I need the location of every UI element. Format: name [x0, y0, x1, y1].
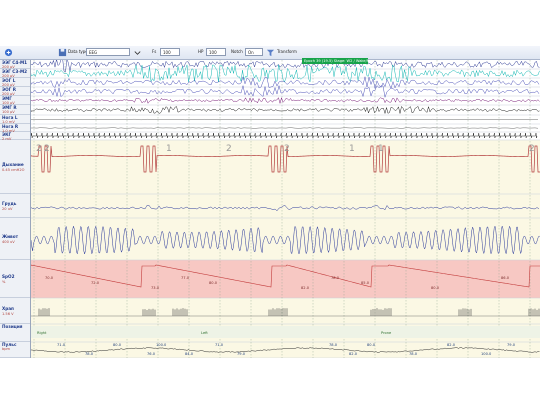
hp-label: HP [198, 49, 204, 54]
channel-label[interactable]: ЭЭГ C3-M2 200 µV [0, 69, 30, 78]
channel-scale: 100 µV [2, 100, 15, 105]
spo2-value-label: 85.0 [361, 281, 370, 285]
channel-label[interactable]: SpO2% [0, 260, 30, 298]
channel-label[interactable]: ЭМГ R 100 µV [0, 105, 30, 115]
flow-event-label: 1 [166, 144, 172, 154]
channel-label[interactable]: Пульс bpm [0, 342, 30, 358]
toolbar: Data type EEG Fs 100 HP 100 Notch On Tra… [0, 46, 540, 60]
spo2-value-label: 72.0 [91, 281, 100, 285]
channel-name: SpO2 [2, 274, 15, 279]
pulse-value-label: 71.0 [215, 343, 224, 347]
notch-input[interactable]: On [245, 48, 263, 56]
channel-name: Живот [2, 234, 19, 239]
flow-event-label: 2 [226, 144, 232, 154]
channel-name: Храп [2, 306, 14, 311]
channel-scale: 200 µV [2, 64, 15, 69]
channel-label[interactable]: Позиция [0, 324, 30, 342]
spo2-value-label: 86.0 [501, 276, 510, 280]
channel-scale: 200 µV [2, 82, 15, 87]
data-type-label: Data type [68, 49, 88, 54]
flow-event-label: 2 [529, 144, 535, 154]
channel-name: Грудь [2, 201, 17, 206]
channel-scale: 0.45 cmH2O [2, 168, 25, 172]
channel-scale: 200 µV [2, 91, 15, 96]
chevron-down-icon[interactable] [133, 48, 142, 57]
pulse-value-label: 78.0 [85, 352, 94, 356]
channel-label[interactable]: Живот 400 uV [0, 218, 30, 260]
flow-event-label: 2 [284, 144, 290, 154]
pulse-value-label: 80.0 [367, 343, 376, 347]
channel-scale: bpm [2, 346, 11, 351]
pulse-value-label: 82.0 [447, 343, 456, 347]
fs-label: Fs [152, 49, 157, 54]
channel-label[interactable]: ЭЭГ C4-M1 200 µV [0, 60, 30, 69]
pulse-value-label: 100.0 [156, 343, 167, 347]
pulse-value-label: 79.0 [507, 343, 516, 347]
hp-input[interactable]: 100 [206, 48, 226, 56]
channel-name: Позиция [2, 324, 23, 329]
position-label: Prone [381, 331, 392, 335]
channel-label[interactable]: ЭОГ L 200 µV [0, 78, 30, 87]
data-type-select[interactable]: EEG [86, 48, 130, 56]
position-label: Left [201, 331, 208, 335]
channel-name: Дыхание [2, 162, 24, 167]
pulse-value-label: 71.0 [57, 343, 66, 347]
spo2-value-label: 77.0 [181, 276, 190, 280]
spo2-value-label: 73.0 [151, 286, 160, 290]
filter-icon[interactable] [266, 48, 275, 57]
channel-label[interactable]: ЭМГ 100 µV [0, 96, 30, 105]
pulse-value-label: 82.0 [349, 352, 358, 356]
spo2-value-label: 70.0 [45, 276, 54, 280]
channel-label[interactable]: Грудь 20 uV [0, 194, 30, 218]
notch-label: Notch [231, 49, 243, 54]
flow-event-label: 1 [378, 144, 384, 154]
spo2-value-label: 80.0 [209, 281, 218, 285]
channel-scale: 200 µV [2, 73, 15, 78]
channel-scale: 400 uV [2, 240, 15, 244]
pulse-value-label: 84.0 [185, 352, 194, 356]
transform-label[interactable]: Transform [277, 49, 297, 54]
channel-scale: 20 uV [2, 207, 13, 211]
channel-scale: 100 µV [2, 109, 15, 114]
save-icon[interactable] [58, 48, 67, 57]
signal-plot: 2 2 1 2 2 1 1 270.072.073.077.080.082.078.085.0… [31, 60, 540, 358]
pulse-value-label: 78.0 [409, 352, 418, 356]
channel-label-panel: ЭЭГ C4-M1 200 µV ЭЭГ C3-M2 200 µV ЭОГ L 200 µ… [0, 60, 31, 358]
channel-scale: % [2, 280, 6, 284]
pulse-value-label: 76.0 [147, 352, 156, 356]
channel-label[interactable]: Храп 1.56 V [0, 298, 30, 324]
flow-event-label: 2 [36, 144, 42, 154]
channel-label[interactable]: ЭОГ R 200 µV [0, 87, 30, 96]
pulse-value-label: 79.0 [237, 352, 246, 356]
psg-viewer-window: Data type EEG Fs 100 HP 100 Notch On Tra… [0, 46, 540, 358]
spo2-value-label: 78.0 [331, 276, 340, 280]
flow-event-label: 2 [44, 144, 50, 154]
flow-event-label: 1 [349, 144, 355, 154]
channel-scale: 1.0 mV [2, 119, 15, 124]
respiratory-background [31, 140, 540, 358]
channel-scale: 1.56 V [2, 312, 14, 316]
pulse-value-label: 100.0 [481, 352, 492, 356]
app-logo-icon [4, 48, 13, 57]
channel-label[interactable]: Нога L 1.0 mV [0, 115, 30, 124]
position-label: Right [37, 331, 47, 335]
channel-label[interactable]: Нога R 1.0 mV [0, 124, 30, 133]
fs-input[interactable]: 100 [160, 48, 180, 56]
pulse-value-label: 78.0 [329, 343, 338, 347]
spo2-value-label: 80.0 [431, 286, 440, 290]
channel-label[interactable]: Дыхание 0.45 cmH2O [0, 140, 30, 194]
pulse-value-label: 80.0 [113, 343, 122, 347]
epoch-status-banner: Epoch 39 (19.5) Stage: W2 / Wake/N1 [302, 58, 368, 64]
position-band [31, 326, 540, 338]
spo2-value-label: 82.0 [301, 286, 310, 290]
channel-label[interactable]: ЭКГ 2 mV [0, 132, 30, 141]
